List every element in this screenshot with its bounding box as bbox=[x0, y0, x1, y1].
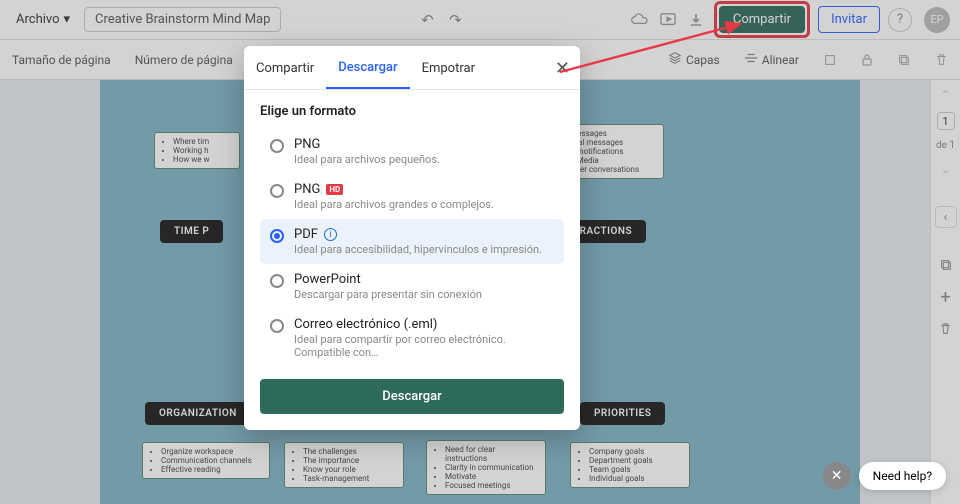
format-option-pdf[interactable]: PDF i Ideal para accesibilidad, hipervín… bbox=[260, 219, 564, 264]
share-modal: Compartir Descargar Empotrar ✕ Elige un … bbox=[244, 46, 580, 430]
close-icon[interactable]: ✕ bbox=[555, 58, 570, 79]
hd-badge: HD bbox=[326, 184, 343, 195]
radio-icon bbox=[270, 319, 284, 333]
dismiss-help-icon[interactable]: ✕ bbox=[823, 462, 851, 490]
radio-icon bbox=[270, 274, 284, 288]
download-button[interactable]: Descargar bbox=[260, 379, 564, 414]
radio-icon bbox=[270, 139, 284, 153]
info-icon[interactable]: i bbox=[324, 228, 337, 241]
modal-heading: Elige un formato bbox=[260, 104, 564, 119]
format-option-eml[interactable]: Correo electrónico (.eml) Ideal para com… bbox=[260, 309, 564, 367]
need-help-widget: ✕ Need help? bbox=[823, 462, 946, 490]
need-help-button[interactable]: Need help? bbox=[859, 462, 946, 490]
format-option-png[interactable]: PNG Ideal para archivos pequeños. bbox=[260, 129, 564, 174]
radio-icon bbox=[270, 229, 284, 243]
tab-descargar[interactable]: Descargar bbox=[326, 46, 409, 89]
modal-body: Elige un formato PNG Ideal para archivos… bbox=[244, 90, 580, 430]
modal-tabs: Compartir Descargar Empotrar ✕ bbox=[244, 46, 580, 90]
format-option-powerpoint[interactable]: PowerPoint Descargar para presentar sin … bbox=[260, 264, 564, 309]
tab-compartir[interactable]: Compartir bbox=[244, 47, 326, 88]
radio-icon bbox=[270, 184, 284, 198]
tab-empotrar[interactable]: Empotrar bbox=[410, 47, 487, 88]
format-option-png-hd[interactable]: PNG HD Ideal para archivos grandes o com… bbox=[260, 174, 564, 219]
